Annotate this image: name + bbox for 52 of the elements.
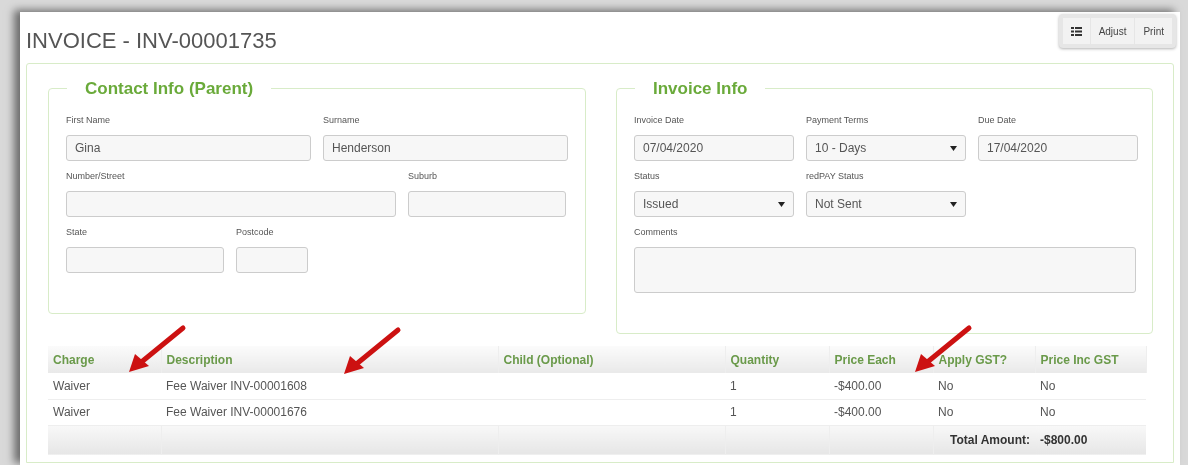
table-cell: Waiver xyxy=(48,399,161,425)
input-field[interactable] xyxy=(66,247,224,273)
field-label: First Name xyxy=(66,115,111,126)
toolbar-button[interactable]: Print xyxy=(1135,18,1172,44)
table-cell: -$400.00 xyxy=(829,399,933,425)
field-label: State xyxy=(66,227,88,238)
field-label: Suburb xyxy=(408,171,439,182)
input-field[interactable]: 17/04/2020 xyxy=(978,135,1138,161)
column-header: Price Each xyxy=(829,346,933,373)
table-cell: No xyxy=(933,399,1035,425)
column-header: Quantity xyxy=(725,346,829,373)
caret-icon xyxy=(950,145,957,151)
table-cell: No xyxy=(933,373,1035,399)
column-header: Apply GST? xyxy=(933,346,1035,373)
column-header: Child (Optional) xyxy=(498,346,725,373)
toolbar-button[interactable]: Adjust xyxy=(1090,18,1135,44)
select-field[interactable]: Issued xyxy=(634,191,794,217)
table-cell: No xyxy=(1035,399,1146,425)
table-cell: Waiver xyxy=(48,373,161,399)
field-label: Invoice Date xyxy=(634,115,686,126)
table-cell: Fee Waiver INV-00001676 xyxy=(161,399,498,425)
input-field[interactable] xyxy=(236,247,308,273)
input-field[interactable] xyxy=(408,191,566,217)
total-value: -$800.00 xyxy=(1035,425,1146,455)
page-title: INVOICE - INV-00001735 xyxy=(26,27,277,55)
table-cell: -$400.00 xyxy=(829,373,933,399)
field-label: Status xyxy=(634,171,661,182)
field-label: Due Date xyxy=(978,115,1018,126)
table-cell: No xyxy=(1035,373,1146,399)
field-label: Postcode xyxy=(236,227,275,238)
select-field[interactable]: Not Sent xyxy=(806,191,966,217)
caret-icon xyxy=(950,201,957,207)
input-field[interactable]: 07/04/2020 xyxy=(634,135,794,161)
column-header: Description xyxy=(161,346,498,373)
total-label: Total Amount: xyxy=(933,425,1035,455)
caret-icon xyxy=(778,201,785,207)
field-label: Payment Terms xyxy=(806,115,870,126)
field-label: Comments xyxy=(634,227,679,238)
list-icon xyxy=(1070,26,1082,36)
table-cell: Fee Waiver INV-00001608 xyxy=(161,373,498,399)
input-field[interactable] xyxy=(66,191,396,217)
list-view-button[interactable] xyxy=(1062,18,1090,44)
field-label: Number/Street xyxy=(66,171,126,182)
field-label: Surname xyxy=(323,115,361,126)
select-field[interactable]: 10 - Days xyxy=(806,135,966,161)
textarea-field[interactable] xyxy=(634,247,1136,293)
field-label: redPAY Status xyxy=(806,171,865,182)
table-cell: 1 xyxy=(725,399,829,425)
table-cell: 1 xyxy=(725,373,829,399)
column-header: Price Inc GST xyxy=(1035,346,1146,373)
input-field[interactable]: Gina xyxy=(66,135,311,161)
input-field[interactable]: Henderson xyxy=(323,135,568,161)
